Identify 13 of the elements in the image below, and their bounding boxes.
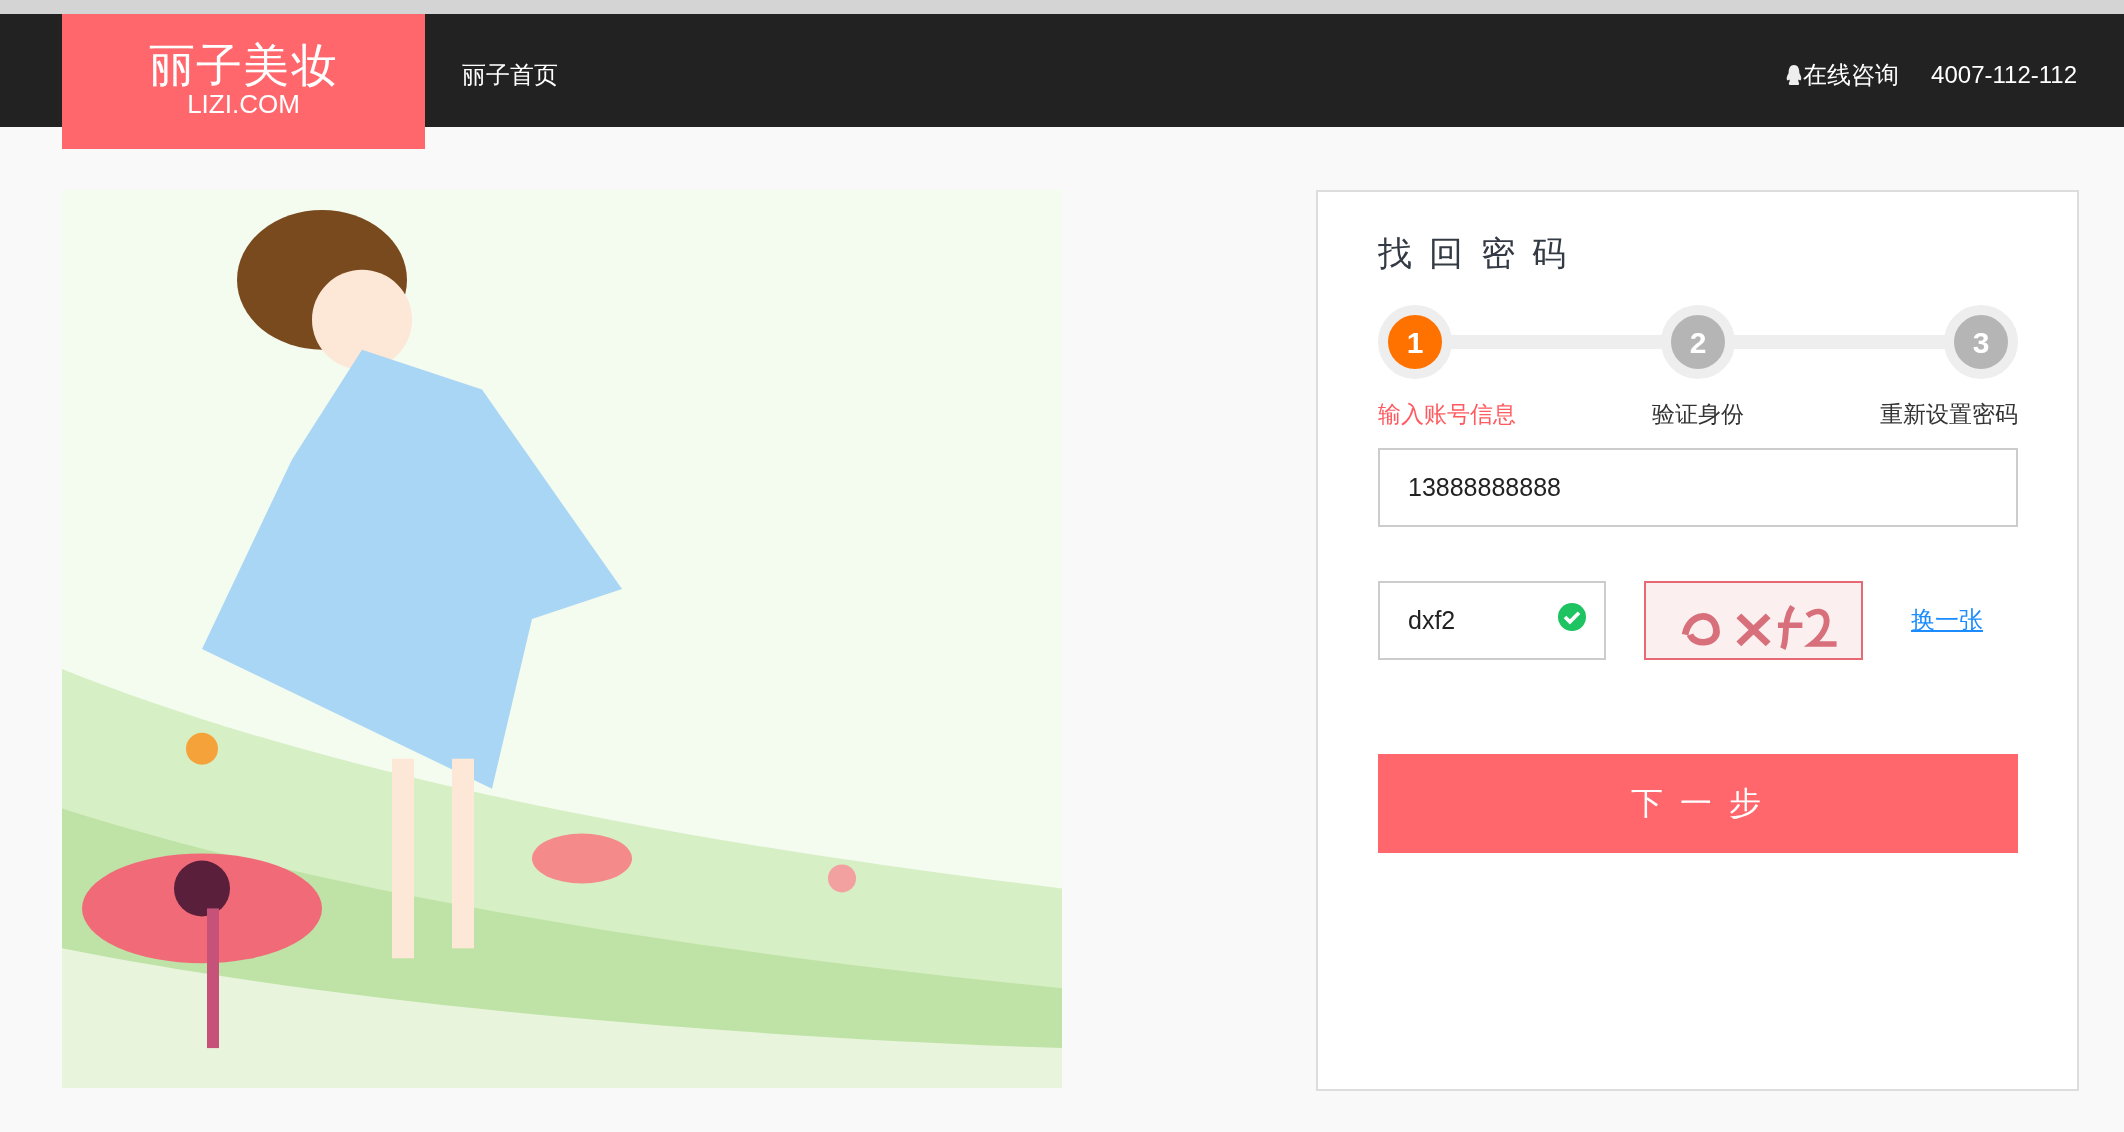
online-consult-link[interactable]: 在线咨询 xyxy=(1803,57,1900,93)
phone-number: 4007-112-112 xyxy=(1931,60,2077,90)
step-label: 验证身份 xyxy=(1652,400,1744,429)
step-number: 2 xyxy=(1661,305,1735,379)
account-field[interactable]: 13888888888 xyxy=(1378,447,2018,527)
nav-link[interactable]: 丽子首页 xyxy=(462,57,558,93)
captcha-field[interactable]: dxf2 xyxy=(1378,580,1606,660)
step-number: 3 xyxy=(1944,305,2018,379)
form-title: 找 回 密 码 xyxy=(1378,233,1572,274)
step-label: 重新设置密码 xyxy=(1880,400,2018,429)
penguin-icon xyxy=(1785,64,1804,86)
step-label: 输入账号信息 xyxy=(1378,400,1516,429)
step-number: 1 xyxy=(1378,305,1452,379)
